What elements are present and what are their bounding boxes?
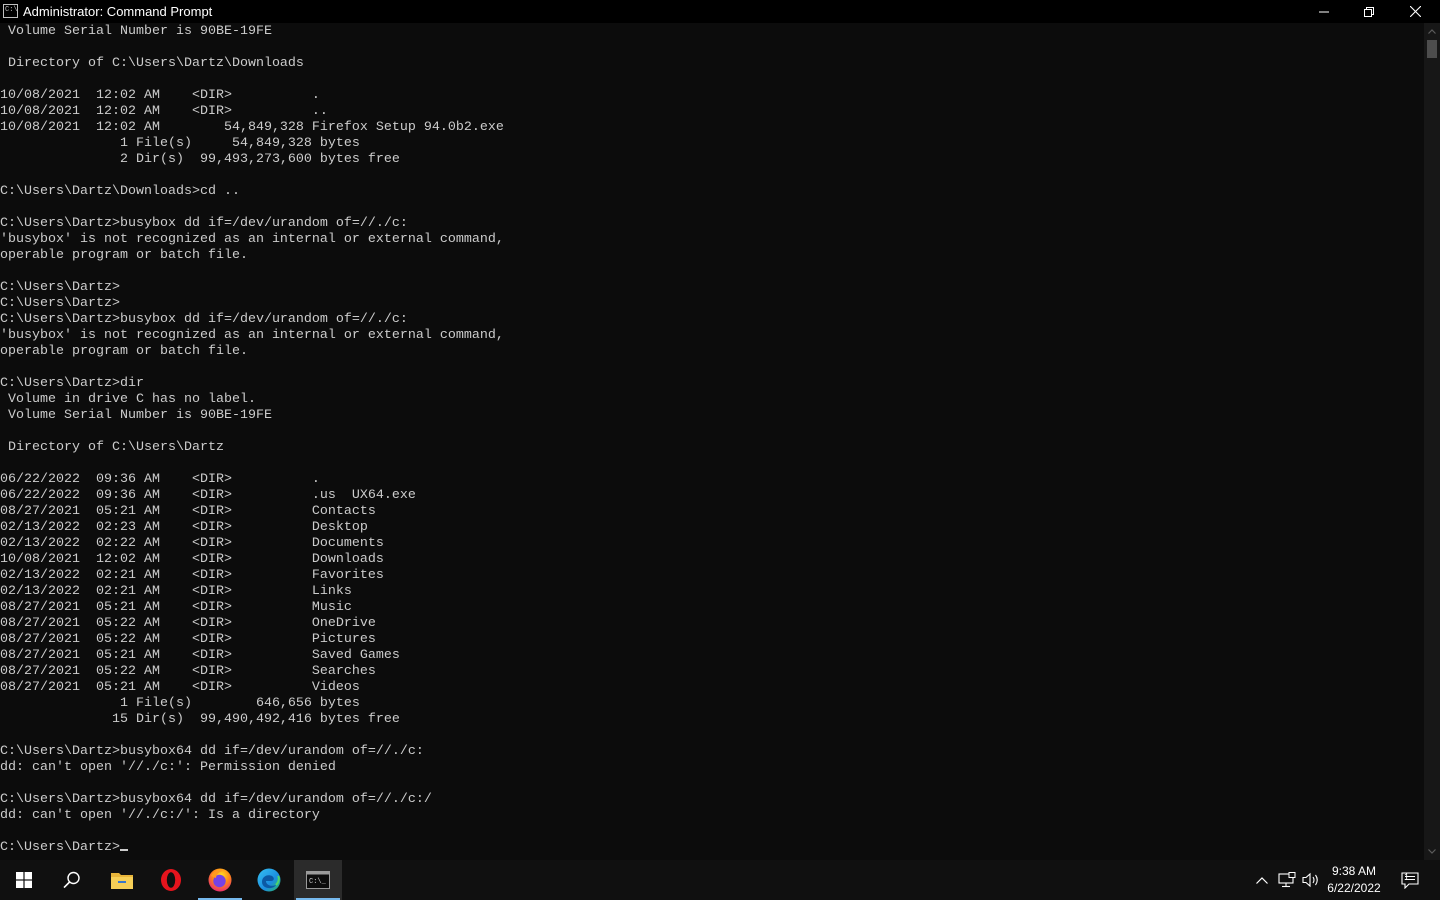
clock-date: 6/22/2022 (1327, 881, 1381, 895)
svg-text:C:\_: C:\_ (309, 878, 327, 886)
notification-count: 1 (1404, 872, 1410, 882)
console-line: 02/13/2022 02:23 AM <DIR> Desktop (0, 520, 368, 535)
chevron-up-icon (1428, 29, 1436, 34)
console-line: 08/27/2021 05:21 AM <DIR> Saved Games (0, 648, 400, 663)
console-line: 2 Dir(s) 99,493,273,600 bytes free (0, 152, 400, 167)
console-line: C:\Users\Dartz>busybox dd if=/dev/urando… (0, 216, 408, 231)
start-button[interactable] (0, 860, 48, 900)
console-line: 10/08/2021 12:02 AM 54,849,328 Firefox S… (0, 120, 504, 135)
console-line: 10/08/2021 12:02 AM <DIR> .. (0, 104, 328, 119)
minimize-button[interactable] (1301, 0, 1347, 23)
console-line: Directory of C:\Users\Dartz (0, 440, 224, 455)
console-line: 15 Dir(s) 99,490,492,416 bytes free (0, 712, 400, 727)
command-prompt-icon: C:\ (3, 4, 18, 18)
minimize-icon (1319, 11, 1329, 12)
title-bar[interactable]: C:\ Administrator: Command Prompt (0, 0, 1440, 23)
taskbar: C:\_ 9:38 AM 6/22/2022 1 (0, 860, 1440, 900)
console-line: C:\Users\Dartz\Downloads>cd .. (0, 184, 240, 199)
command-prompt-button[interactable]: C:\_ (294, 860, 342, 900)
clock[interactable]: 9:38 AM 6/22/2022 (1318, 863, 1390, 897)
text-cursor (119, 849, 128, 851)
console-line: operable program or batch file. (0, 344, 248, 359)
console-line: 02/13/2022 02:21 AM <DIR> Favorites (0, 568, 384, 583)
console-line: dd: can't open '//./c:': Permission deni… (0, 760, 336, 775)
console-line: 1 File(s) 646,656 bytes (0, 696, 360, 711)
file-explorer-button[interactable] (98, 860, 146, 900)
action-center-button[interactable]: 1 (1392, 860, 1428, 900)
windows-logo-icon (16, 872, 32, 888)
scroll-thumb[interactable] (1427, 40, 1437, 58)
command-prompt-line[interactable]: C:\Users\Dartz> (0, 840, 1424, 856)
console-line: 08/27/2021 05:22 AM <DIR> Searches (0, 664, 376, 679)
edge-button[interactable] (245, 860, 293, 900)
restore-icon (1364, 6, 1374, 17)
console-line: 06/22/2022 09:36 AM <DIR> . (0, 472, 320, 487)
console-line: 10/08/2021 12:02 AM <DIR> Downloads (0, 552, 384, 567)
console-line: operable program or batch file. (0, 248, 248, 263)
console-line: C:\Users\Dartz>busybox dd if=/dev/urando… (0, 312, 408, 327)
console-line: Volume Serial Number is 90BE-19FE (0, 408, 272, 423)
command-prompt-window: C:\ Administrator: Command Prompt Volume… (0, 0, 1440, 860)
prompt-text: C:\Users\Dartz> (0, 840, 120, 855)
terminal-icon: C:\_ (306, 871, 330, 889)
console-line: C:\Users\Dartz>busybox64 dd if=/dev/uran… (0, 744, 424, 759)
chevron-up-icon (1256, 876, 1268, 884)
console-line: C:\Users\Dartz>busybox64 dd if=/dev/uran… (0, 792, 432, 807)
console-line: 08/27/2021 05:21 AM <DIR> Music (0, 600, 352, 615)
console-line: 'busybox' is not recognized as an intern… (0, 232, 504, 247)
scroll-up-button[interactable] (1424, 23, 1440, 40)
network-button[interactable] (1275, 860, 1299, 900)
console-line: C:\Users\Dartz>dir (0, 376, 144, 391)
restore-button[interactable] (1346, 0, 1392, 23)
opera-icon (161, 869, 181, 891)
folder-icon (111, 873, 133, 889)
console-line: 06/22/2022 09:36 AM <DIR> .us UX64.exe (0, 488, 416, 503)
console-line: Volume Serial Number is 90BE-19FE (0, 24, 272, 39)
close-button[interactable] (1392, 0, 1438, 23)
console-line: dd: can't open '//./c:/': Is a directory (0, 808, 320, 823)
console-line: 02/13/2022 02:22 AM <DIR> Documents (0, 536, 384, 551)
console-line: 02/13/2022 02:21 AM <DIR> Links (0, 584, 352, 599)
console-line: 08/27/2021 05:22 AM <DIR> OneDrive (0, 616, 376, 631)
console-line: 1 File(s) 54,849,328 bytes (0, 136, 360, 151)
console-line: 08/27/2021 05:22 AM <DIR> Pictures (0, 632, 376, 647)
window-title: Administrator: Command Prompt (23, 4, 213, 19)
vertical-scrollbar[interactable] (1424, 23, 1440, 860)
firefox-button[interactable] (196, 860, 244, 900)
console-line: 08/27/2021 05:21 AM <DIR> Videos (0, 680, 360, 695)
console-line: Directory of C:\Users\Dartz\Downloads (0, 56, 304, 71)
close-icon (1409, 6, 1421, 17)
console-line: 'busybox' is not recognized as an intern… (0, 328, 504, 343)
console-output[interactable]: Volume Serial Number is 90BE-19FE Direct… (0, 23, 1424, 860)
clock-time: 9:38 AM (1331, 864, 1377, 878)
network-icon (1278, 872, 1296, 888)
console-line: C:\Users\Dartz> (0, 280, 120, 295)
opera-button[interactable] (147, 860, 195, 900)
scroll-down-button[interactable] (1424, 843, 1440, 860)
console-line: 10/08/2021 12:02 AM <DIR> . (0, 88, 320, 103)
console-line: 08/27/2021 05:21 AM <DIR> Contacts (0, 504, 376, 519)
search-icon (63, 871, 80, 889)
chevron-down-icon (1428, 849, 1436, 854)
search-button[interactable] (48, 860, 96, 900)
console-line: Volume in drive C has no label. (0, 392, 256, 407)
edge-icon (257, 868, 281, 892)
console-line: C:\Users\Dartz> (0, 296, 120, 311)
show-hidden-icons-button[interactable] (1252, 860, 1272, 900)
firefox-icon (208, 868, 232, 892)
